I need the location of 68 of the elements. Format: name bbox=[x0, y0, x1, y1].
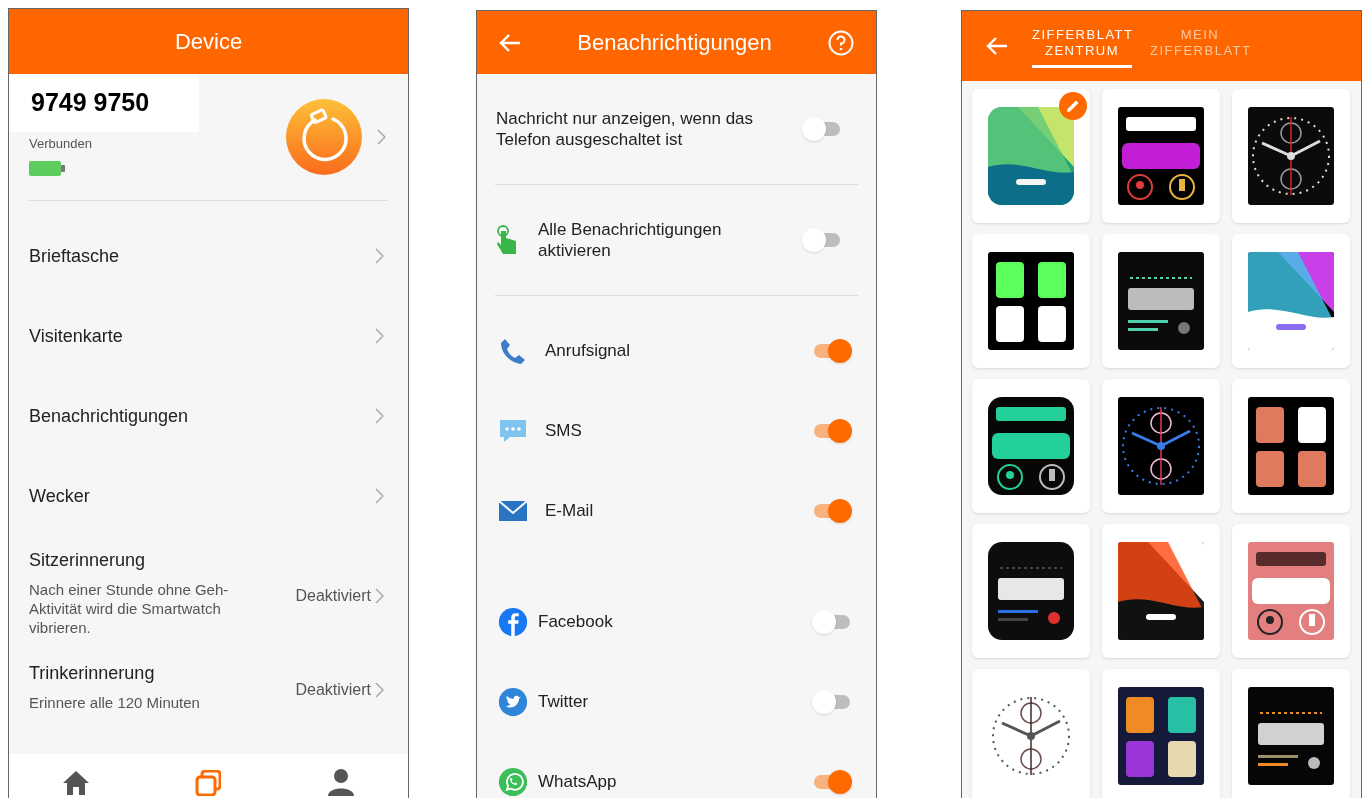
watch-face-card[interactable] bbox=[1232, 669, 1350, 798]
help-icon[interactable] bbox=[828, 29, 854, 56]
reminder-status: Deaktiviert bbox=[295, 680, 371, 700]
device-name: 9749 9750 bbox=[31, 87, 150, 119]
chevron-icon bbox=[375, 682, 384, 698]
reminder-item[interactable]: Trinkerinnerung Erinnere alle 120 Minuten Deaktiviert bbox=[9, 648, 408, 724]
watch-face-card[interactable] bbox=[1232, 89, 1350, 223]
reminder-item[interactable]: Sitzerinnerung Nach einer Stunde ohne Geh-Aktivität wird die Smartwatch vibrieren. Deaktiviert bbox=[9, 536, 408, 648]
app-label: Facebook bbox=[538, 611, 614, 634]
back-arrow-icon[interactable] bbox=[499, 32, 521, 53]
watch-face-card[interactable] bbox=[972, 669, 1090, 798]
person-icon[interactable] bbox=[327, 768, 356, 796]
watch-face-card[interactable] bbox=[1102, 89, 1220, 223]
watch-face-card[interactable] bbox=[1232, 379, 1350, 513]
envelope-icon bbox=[498, 500, 528, 522]
toggle-switch[interactable] bbox=[812, 610, 852, 634]
watch-face-card[interactable] bbox=[1102, 669, 1220, 798]
chevron-icon bbox=[375, 488, 384, 504]
bird-icon bbox=[498, 685, 528, 719]
app-label: Twitter bbox=[538, 691, 590, 714]
battery-icon bbox=[29, 160, 65, 176]
chat-bubble-icon bbox=[498, 418, 528, 444]
reminder-description: Erinnere alle 120 Minuten bbox=[29, 693, 201, 712]
connection-status: Verbunden bbox=[29, 135, 93, 153]
watch-face-card[interactable] bbox=[1102, 379, 1220, 513]
menu-item[interactable]: Benachrichtigungen bbox=[9, 376, 408, 456]
toggle-switch[interactable] bbox=[802, 228, 842, 252]
menu-item[interactable]: Visitenkarte bbox=[9, 296, 408, 376]
home-icon[interactable] bbox=[61, 770, 90, 796]
chevron-icon bbox=[375, 588, 384, 604]
watch-face-card[interactable] bbox=[1102, 234, 1220, 368]
toggle-switch[interactable] bbox=[812, 419, 852, 443]
watch-face-card[interactable] bbox=[972, 379, 1090, 513]
reminder-title: Sitzerinnerung bbox=[29, 549, 147, 572]
back-arrow-icon[interactable] bbox=[986, 36, 1008, 56]
cards-icon[interactable] bbox=[195, 770, 222, 796]
facebook-icon bbox=[498, 605, 528, 639]
menu-item[interactable]: Brieftasche bbox=[9, 216, 408, 296]
watch-face-card[interactable] bbox=[972, 524, 1090, 658]
option-label: Nachricht nur anzeigen, wenn das Telefon ausgeschaltet ist bbox=[496, 108, 755, 150]
app-label: Anrufsignal bbox=[545, 340, 632, 363]
app-label: E-Mail bbox=[545, 500, 595, 523]
phone-icon bbox=[499, 337, 527, 365]
app-label: WhatsApp bbox=[538, 771, 618, 794]
chevron-icon bbox=[375, 408, 384, 424]
toggle-switch[interactable] bbox=[812, 499, 852, 523]
app-label: SMS bbox=[545, 420, 583, 443]
chevron-icon bbox=[375, 248, 384, 264]
toggle-switch[interactable] bbox=[802, 117, 842, 141]
reminder-description: Nach einer Stunde ohne Geh-Aktivität wird die Smartwatch vibrieren. bbox=[29, 580, 230, 637]
option-label: Alle Benachrichtigungen aktivieren bbox=[538, 219, 723, 261]
pencil-icon bbox=[1066, 99, 1080, 113]
watch-face-card[interactable] bbox=[1232, 524, 1350, 658]
screen-title: Benachrichtigungen bbox=[577, 29, 772, 57]
hand-tap-icon bbox=[496, 225, 518, 255]
watch-avatar-icon[interactable] bbox=[285, 98, 363, 176]
watch-face-card[interactable] bbox=[972, 234, 1090, 368]
reminder-title: Trinkerinnerung bbox=[29, 662, 156, 685]
chevron-icon bbox=[375, 328, 384, 344]
toggle-switch[interactable] bbox=[812, 690, 852, 714]
toggle-switch[interactable] bbox=[812, 770, 852, 794]
screen-title: Device bbox=[174, 28, 243, 56]
reminder-status: Deaktiviert bbox=[295, 586, 371, 606]
watch-face-card[interactable] bbox=[1102, 524, 1220, 658]
toggle-switch[interactable] bbox=[812, 339, 852, 363]
chevron-icon bbox=[377, 129, 386, 145]
edit-button[interactable] bbox=[1059, 92, 1087, 120]
menu-item[interactable]: Wecker bbox=[9, 456, 408, 536]
